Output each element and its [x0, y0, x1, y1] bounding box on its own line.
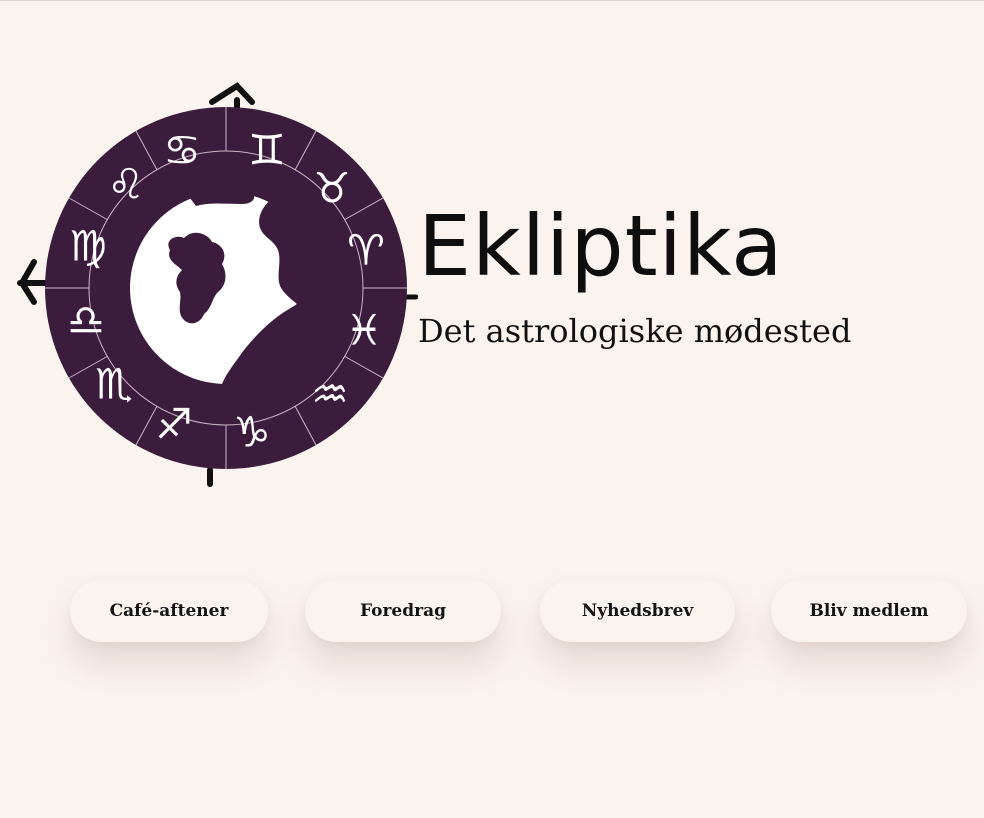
virgo-icon: ♍: [69, 222, 107, 271]
top-divider: [0, 0, 984, 1]
pisces-icon: ♓: [345, 306, 383, 355]
capricorn-icon: ♑: [233, 408, 271, 457]
nav-button-bliv-medlem[interactable]: Bliv medlem: [771, 580, 967, 642]
nav-button-nyhedsbrev[interactable]: Nyhedsbrev: [540, 580, 735, 642]
nav-button-foredrag[interactable]: Foredrag: [305, 580, 501, 642]
aquarius-icon: ♒: [311, 370, 349, 419]
sagittarius-icon: ♐: [155, 400, 193, 449]
zodiac-wheel-logo: ♋ ♊ ♉ ♈ ♓ ♒ ♑ ♐ ♏ ♎ ♍ ♌: [17, 82, 418, 487]
main-nav: Café-aftener Foredrag Nyhedsbrev Bliv me…: [0, 580, 984, 642]
leo-icon: ♌: [107, 160, 145, 209]
gemini-icon: ♊: [248, 126, 286, 175]
site-title: Ekliptika: [418, 197, 784, 295]
taurus-icon: ♉: [313, 164, 351, 213]
scorpio-icon: ♏: [95, 360, 133, 409]
libra-icon: ♎: [67, 296, 105, 345]
cancer-icon: ♋: [163, 126, 201, 175]
site-subtitle: Det astrologiske mødested: [418, 312, 852, 350]
globe-icon: [130, 190, 331, 384]
nav-button-cafe-aftener[interactable]: Café-aftener: [70, 580, 268, 642]
aries-icon: ♈: [347, 226, 385, 275]
